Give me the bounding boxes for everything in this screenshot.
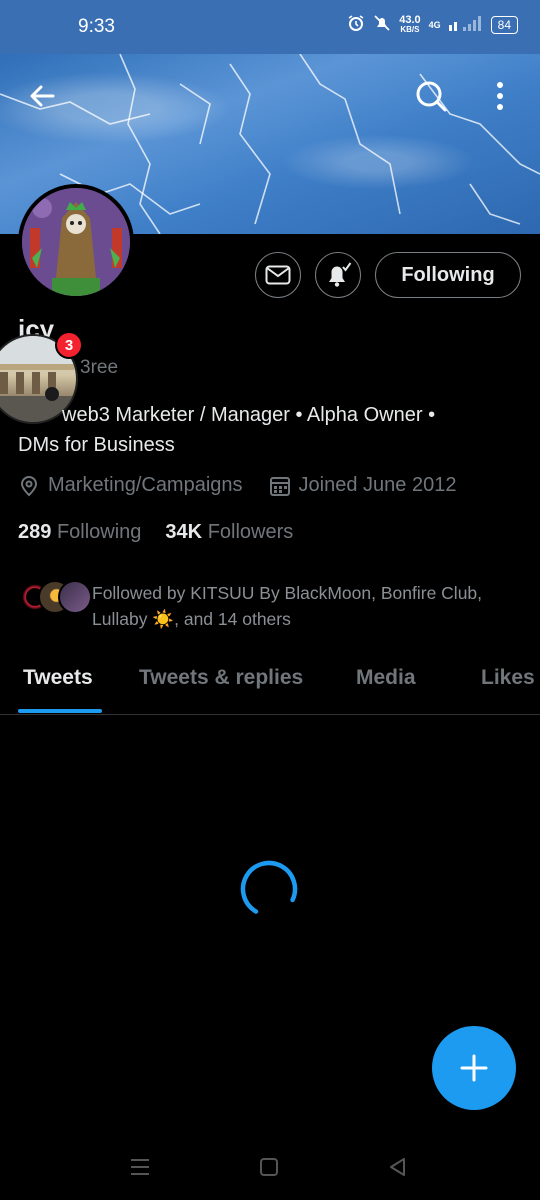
more-vertical-icon: [497, 82, 503, 110]
followers-link[interactable]: 34K Followers: [165, 521, 293, 544]
followed-by-avatars[interactable]: [18, 580, 92, 614]
search-icon: [416, 81, 447, 112]
system-navigation-bar: [0, 1130, 540, 1200]
location-pin-icon: [20, 475, 38, 496]
tab-tweets[interactable]: Tweets: [23, 666, 93, 690]
bio-line-2: DMs for Business: [18, 434, 175, 456]
compose-tweet-button[interactable]: [432, 1026, 516, 1110]
net-speed-value: 43.0: [399, 13, 421, 26]
profile-joined-date: Joined June 2012: [298, 474, 457, 496]
profile-location: Marketing/Campaigns: [48, 474, 243, 496]
search-button[interactable]: [413, 78, 449, 114]
loading-spinner-icon: [240, 860, 298, 918]
active-tab-indicator: [18, 709, 102, 713]
status-time: 9:33: [78, 16, 115, 37]
tab-tweets-replies[interactable]: Tweets & replies: [139, 666, 303, 690]
more-options-button[interactable]: [482, 78, 518, 114]
network-type: 4G: [428, 19, 441, 30]
alarm-icon: [347, 14, 365, 35]
chat-bubble-badge: 3: [55, 331, 83, 359]
profile-stats: 289 Following 34K Followers: [18, 521, 293, 544]
recents-button[interactable]: [125, 1152, 155, 1182]
avatar-artwork: [22, 188, 130, 296]
profile-avatar[interactable]: [18, 184, 134, 300]
notifications-button[interactable]: [315, 252, 361, 298]
net-speed-unit: KB/S: [400, 24, 420, 34]
profile-tabs: Tweets Tweets & replies Media Likes: [0, 652, 540, 715]
home-button[interactable]: [254, 1152, 284, 1182]
net-speed: 43.0 KB/S: [399, 13, 421, 35]
menu-lines-icon: [131, 1159, 149, 1175]
mute-icon: [373, 14, 391, 35]
status-bar: 9:33 43.0 KB/S 4G 84: [0, 0, 540, 54]
user-handle: 3ree: [80, 357, 119, 378]
calendar-icon: [269, 476, 290, 496]
following-link[interactable]: 289 Following: [18, 521, 141, 544]
message-button[interactable]: [255, 252, 301, 298]
following-button[interactable]: Following: [375, 252, 521, 298]
followers-count: 34K: [165, 521, 203, 543]
square-icon: [260, 1158, 278, 1176]
status-icons: 43.0 KB/S 4G 84: [347, 14, 518, 35]
triangle-back-icon: [390, 1158, 405, 1176]
signal-icon: [448, 15, 483, 34]
bell-subscribed-icon: [329, 262, 352, 287]
following-label: Following: [56, 521, 142, 543]
following-count: 289: [18, 521, 52, 543]
back-arrow-icon: [30, 85, 55, 107]
profile-bio: web3 Marketer / Manager • Alpha Owner • …: [18, 400, 518, 460]
back-button[interactable]: [24, 78, 60, 114]
mail-icon: [265, 265, 291, 285]
followers-label: Followers: [207, 521, 294, 543]
follower-avatar: [58, 580, 92, 614]
battery-indicator: 84: [490, 15, 518, 34]
followed-by-text[interactable]: Followed by KITSUU By BlackMoon, Bonfire…: [92, 580, 512, 632]
back-nav-button[interactable]: [383, 1152, 413, 1182]
tab-likes[interactable]: Likes: [481, 666, 535, 690]
tab-media[interactable]: Media: [356, 666, 416, 690]
plus-icon: [460, 1054, 488, 1082]
profile-meta: Marketing/Campaigns Joined June 2012: [18, 474, 456, 497]
bio-line-1: web3 Marketer / Manager • Alpha Owner •: [62, 404, 436, 426]
